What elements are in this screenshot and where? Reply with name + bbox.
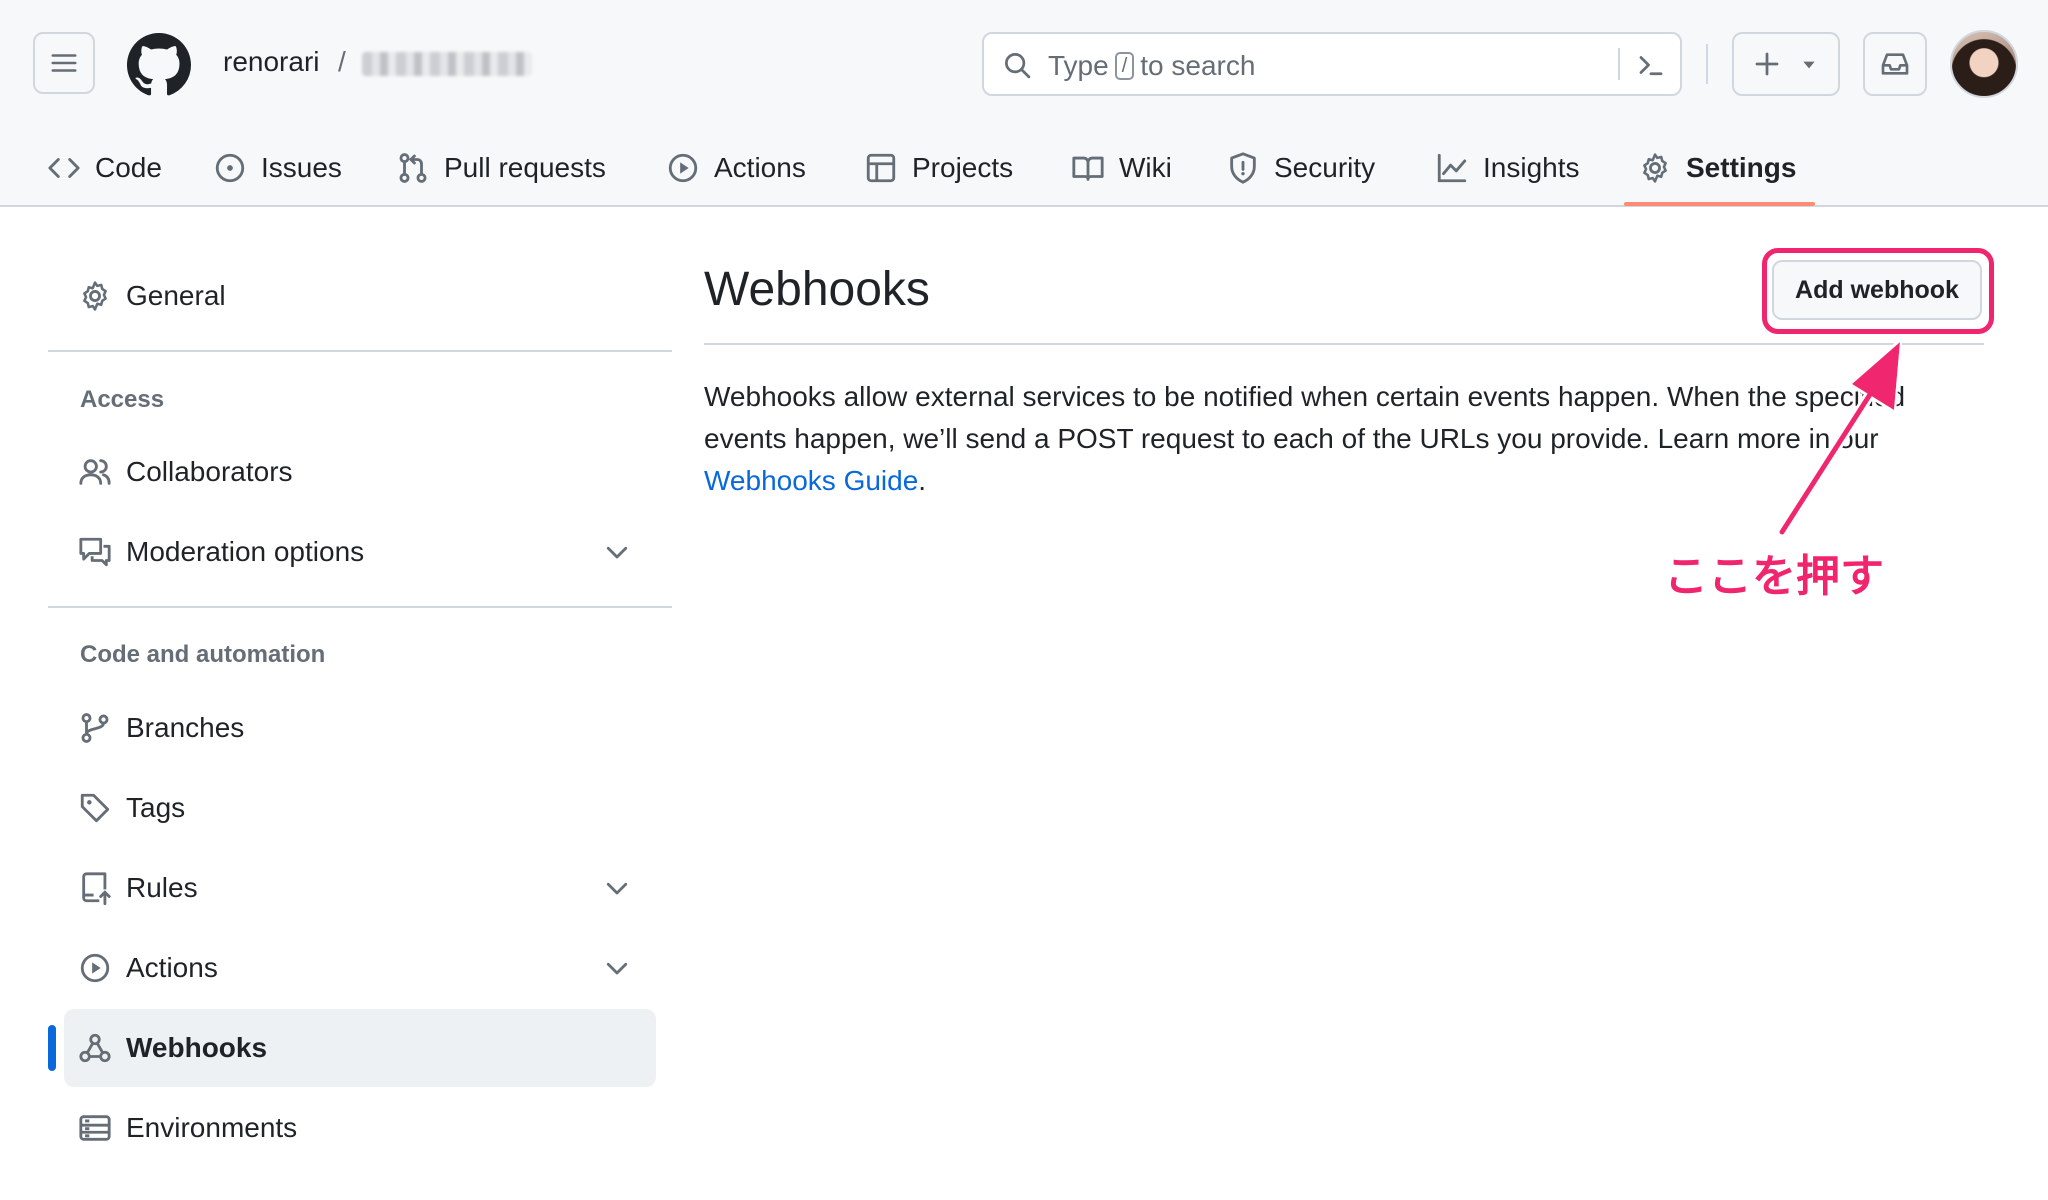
issue-icon	[215, 153, 245, 183]
inbox-icon	[1881, 53, 1909, 75]
sidebar-item-tags[interactable]: Tags	[64, 769, 656, 847]
tab-actions-label: Actions	[714, 152, 806, 183]
webhook-icon	[79, 1033, 111, 1063]
gear-icon	[1643, 153, 1667, 183]
tab-insights-label: Insights	[1483, 152, 1580, 183]
gear-icon	[83, 281, 107, 311]
tab-actions[interactable]: Actions	[666, 130, 806, 206]
description-text: Webhooks allow external services to be n…	[704, 381, 1906, 454]
sidebar-item-label: Branches	[126, 712, 245, 743]
tab-security-label: Security	[1274, 152, 1376, 183]
sidebar-divider	[48, 606, 672, 608]
command-palette-icon[interactable]	[1636, 50, 1666, 80]
sidebar-item-label: Tags	[126, 792, 186, 823]
tab-wiki-label: Wiki	[1119, 152, 1172, 183]
tab-code-label: Code	[95, 152, 162, 183]
sidebar-item-label: Environments	[126, 1112, 298, 1143]
description-period: .	[918, 465, 927, 496]
tab-code[interactable]: Code	[47, 130, 162, 206]
git-branch-icon	[81, 713, 109, 743]
menu-button[interactable]	[33, 32, 95, 94]
sidebar-item-general[interactable]: General	[64, 257, 656, 335]
sidebar-item-label: Actions	[126, 952, 218, 983]
sidebar-item-collaborators[interactable]: Collaborators	[64, 433, 656, 511]
annotation-highlight-box	[1762, 248, 1994, 334]
page-title: Webhooks	[704, 263, 930, 316]
sidebar-item-rules[interactable]: Rules	[64, 849, 656, 927]
search-placeholder-prefix: Type	[1048, 50, 1109, 81]
sidebar-item-webhooks[interactable]: Webhooks	[64, 1009, 656, 1087]
triangle-down-icon	[1803, 61, 1815, 69]
repo-header: renorari / Type / to search Code Issues …	[0, 0, 2048, 207]
sidebar-item-actions[interactable]: Actions	[64, 929, 656, 1007]
hamburger-icon	[51, 54, 77, 72]
chevron-down-icon	[606, 962, 628, 975]
sidebar-item-label: Moderation options	[126, 536, 365, 567]
header-separator	[1706, 44, 1708, 84]
search-divider	[1618, 48, 1620, 80]
repo-path-separator: /	[338, 46, 346, 77]
sidebar-heading-access: Access	[80, 386, 165, 413]
tab-security[interactable]: Security	[1226, 130, 1375, 206]
table-icon	[866, 153, 896, 183]
sidebar-item-label: Collaborators	[126, 456, 293, 487]
people-icon	[79, 459, 111, 485]
create-new-button[interactable]	[1732, 32, 1840, 96]
github-logo-icon[interactable]	[127, 33, 191, 97]
sidebar-item-label: Webhooks	[126, 1032, 268, 1063]
sidebar-heading-code-automation: Code and automation	[80, 641, 326, 668]
book-icon	[1072, 156, 1104, 181]
tab-settings-label: Settings	[1686, 152, 1797, 183]
server-icon	[79, 1115, 111, 1141]
plus-icon	[1755, 52, 1779, 76]
shield-icon	[1230, 152, 1256, 184]
pull-request-icon	[399, 153, 427, 183]
comment-discussion-icon	[79, 537, 111, 567]
tab-projects-label: Projects	[912, 152, 1014, 183]
search-icon	[1005, 53, 1031, 79]
slash-shortcut-key: /	[1114, 52, 1135, 80]
tab-wiki[interactable]: Wiki	[1071, 130, 1172, 206]
tab-issues[interactable]: Issues	[213, 130, 342, 206]
tab-pull-requests-label: Pull requests	[444, 152, 606, 183]
sidebar-divider	[48, 350, 672, 352]
play-circle-icon	[80, 953, 110, 983]
graph-icon	[1437, 153, 1467, 183]
sidebar-active-indicator	[48, 1025, 56, 1071]
sidebar-item-environments[interactable]: Environments	[64, 1089, 656, 1167]
sidebar-item-branches[interactable]: Branches	[64, 689, 656, 767]
active-tab-indicator	[1624, 202, 1815, 206]
tab-insights[interactable]: Insights	[1435, 130, 1580, 206]
search-input[interactable]: Type / to search	[982, 32, 1682, 96]
webhooks-guide-link[interactable]: Webhooks Guide	[704, 465, 918, 496]
repo-name-link-redacted[interactable]	[362, 52, 532, 76]
user-avatar[interactable]	[1950, 30, 2018, 98]
tab-settings[interactable]: Settings	[1638, 130, 1796, 206]
chevron-down-icon	[606, 882, 628, 895]
repo-push-icon	[82, 872, 111, 905]
search-placeholder-suffix: to search	[1140, 50, 1256, 81]
tab-pull-requests[interactable]: Pull requests	[396, 130, 606, 206]
annotation-arrow-icon	[1779, 342, 1900, 535]
repo-owner-link[interactable]: renorari	[223, 46, 319, 78]
sidebar-item-label: General	[126, 280, 226, 311]
tab-issues-label: Issues	[261, 152, 342, 183]
sidebar-item-label: Rules	[126, 872, 198, 903]
play-circle-icon	[668, 153, 698, 183]
search-placeholder: Type / to search	[1048, 50, 1255, 82]
tag-icon	[80, 793, 110, 823]
code-icon	[48, 158, 80, 178]
chevron-down-icon	[606, 546, 628, 559]
tab-projects[interactable]: Projects	[864, 130, 1013, 206]
annotation-text: ここを押す	[1664, 551, 1884, 602]
sidebar-item-moderation-options[interactable]: Moderation options	[64, 513, 656, 591]
inbox-button[interactable]	[1863, 32, 1927, 96]
